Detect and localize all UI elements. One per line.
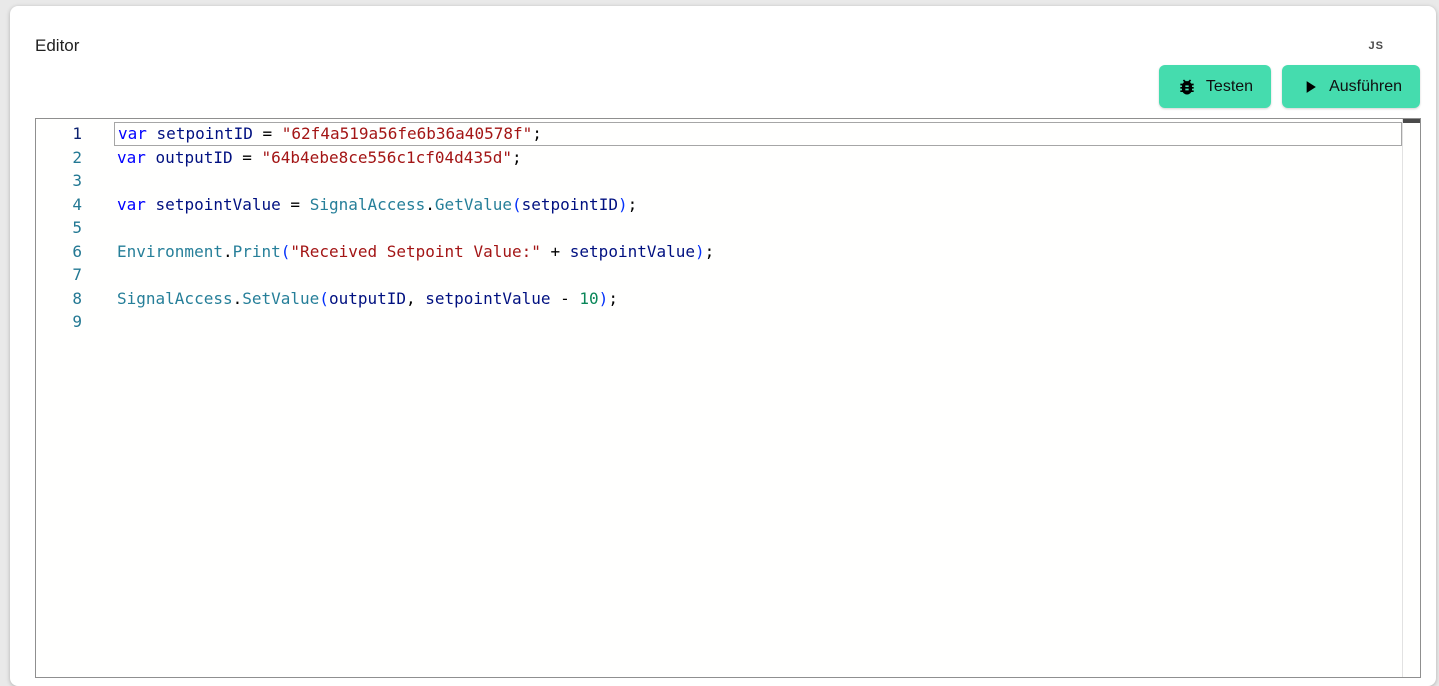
- token-default: ;: [512, 148, 522, 167]
- token-type: SignalAccess: [310, 195, 426, 214]
- line-number-4: 4: [36, 193, 82, 217]
- token-default: =: [281, 195, 310, 214]
- line-number-5: 5: [36, 216, 82, 240]
- code-line-2[interactable]: var outputID = "64b4ebe8ce556c1cf04d435d…: [114, 146, 1402, 170]
- line-number-3: 3: [36, 169, 82, 193]
- token-identifier: outputID: [156, 148, 233, 167]
- editor-gutter: 123456789: [36, 122, 114, 677]
- token-bracket: ): [695, 242, 705, 261]
- line-number-1: 1: [36, 122, 82, 146]
- token-default: .: [233, 289, 243, 308]
- code-line-3[interactable]: [114, 169, 1402, 193]
- run-button[interactable]: Ausführen: [1282, 65, 1420, 108]
- code-line-7[interactable]: [114, 263, 1402, 287]
- line-number-8: 8: [36, 287, 82, 311]
- test-button-label: Testen: [1206, 78, 1253, 96]
- token-bracket: (: [319, 289, 329, 308]
- code-line-1[interactable]: var setpointID = "62f4a519a56fe6b36a4057…: [114, 122, 1402, 146]
- language-badge: JS: [1369, 40, 1384, 52]
- token-bracket: (: [281, 242, 291, 261]
- token-identifier: setpointValue: [425, 289, 550, 308]
- editor-card: Editor JS Testen Ausführen 123456789 var…: [10, 6, 1436, 686]
- code-line-5[interactable]: [114, 216, 1402, 240]
- token-default: .: [223, 242, 233, 261]
- token-identifier: setpointValue: [156, 195, 281, 214]
- editor-scrollbar[interactable]: [1402, 119, 1420, 677]
- token-number: 10: [579, 289, 598, 308]
- line-number-2: 2: [36, 146, 82, 170]
- token-default: [146, 148, 156, 167]
- token-default: [146, 195, 156, 214]
- test-button[interactable]: Testen: [1159, 65, 1271, 108]
- token-keyword: var: [118, 124, 147, 143]
- token-identifier: outputID: [329, 289, 406, 308]
- overview-ruler-marker: [1403, 119, 1420, 123]
- token-default: [147, 124, 157, 143]
- token-string: "62f4a519a56fe6b36a40578f": [282, 124, 532, 143]
- play-icon: [1300, 77, 1320, 97]
- code-line-6[interactable]: Environment.Print("Received Setpoint Val…: [114, 240, 1402, 264]
- token-default: =: [233, 148, 262, 167]
- token-keyword: var: [117, 195, 146, 214]
- token-default: ;: [608, 289, 618, 308]
- token-type: SetValue: [242, 289, 319, 308]
- bug-icon: [1177, 77, 1197, 97]
- token-bracket: ): [599, 289, 609, 308]
- code-line-4[interactable]: var setpointValue = SignalAccess.GetValu…: [114, 193, 1402, 217]
- toolbar: Testen Ausführen: [10, 65, 1436, 108]
- token-identifier: setpointValue: [570, 242, 695, 261]
- editor-code[interactable]: var setpointID = "62f4a519a56fe6b36a4057…: [114, 122, 1402, 677]
- card-header: Editor JS: [10, 6, 1436, 56]
- token-default: =: [253, 124, 282, 143]
- token-type: Print: [233, 242, 281, 261]
- token-default: +: [541, 242, 570, 261]
- token-default: ,: [406, 289, 425, 308]
- token-string: "Received Setpoint Value:": [290, 242, 540, 261]
- line-number-7: 7: [36, 263, 82, 287]
- code-line-9[interactable]: [114, 310, 1402, 334]
- token-identifier: setpointID: [522, 195, 618, 214]
- code-editor[interactable]: 123456789 var setpointID = "62f4a519a56f…: [35, 118, 1421, 678]
- token-bracket: ): [618, 195, 628, 214]
- code-line-8[interactable]: SignalAccess.SetValue(outputID, setpoint…: [114, 287, 1402, 311]
- token-string: "64b4ebe8ce556c1cf04d435d": [262, 148, 512, 167]
- token-bracket: (: [512, 195, 522, 214]
- token-default: .: [425, 195, 435, 214]
- line-number-6: 6: [36, 240, 82, 264]
- page-title: Editor: [35, 36, 79, 56]
- token-default: ;: [628, 195, 638, 214]
- token-default: ;: [532, 124, 542, 143]
- token-identifier: setpointID: [157, 124, 253, 143]
- line-number-9: 9: [36, 310, 82, 334]
- token-type: SignalAccess: [117, 289, 233, 308]
- token-keyword: var: [117, 148, 146, 167]
- token-default: ;: [705, 242, 715, 261]
- token-type: GetValue: [435, 195, 512, 214]
- token-default: -: [551, 289, 580, 308]
- token-type: Environment: [117, 242, 223, 261]
- run-button-label: Ausführen: [1329, 78, 1402, 96]
